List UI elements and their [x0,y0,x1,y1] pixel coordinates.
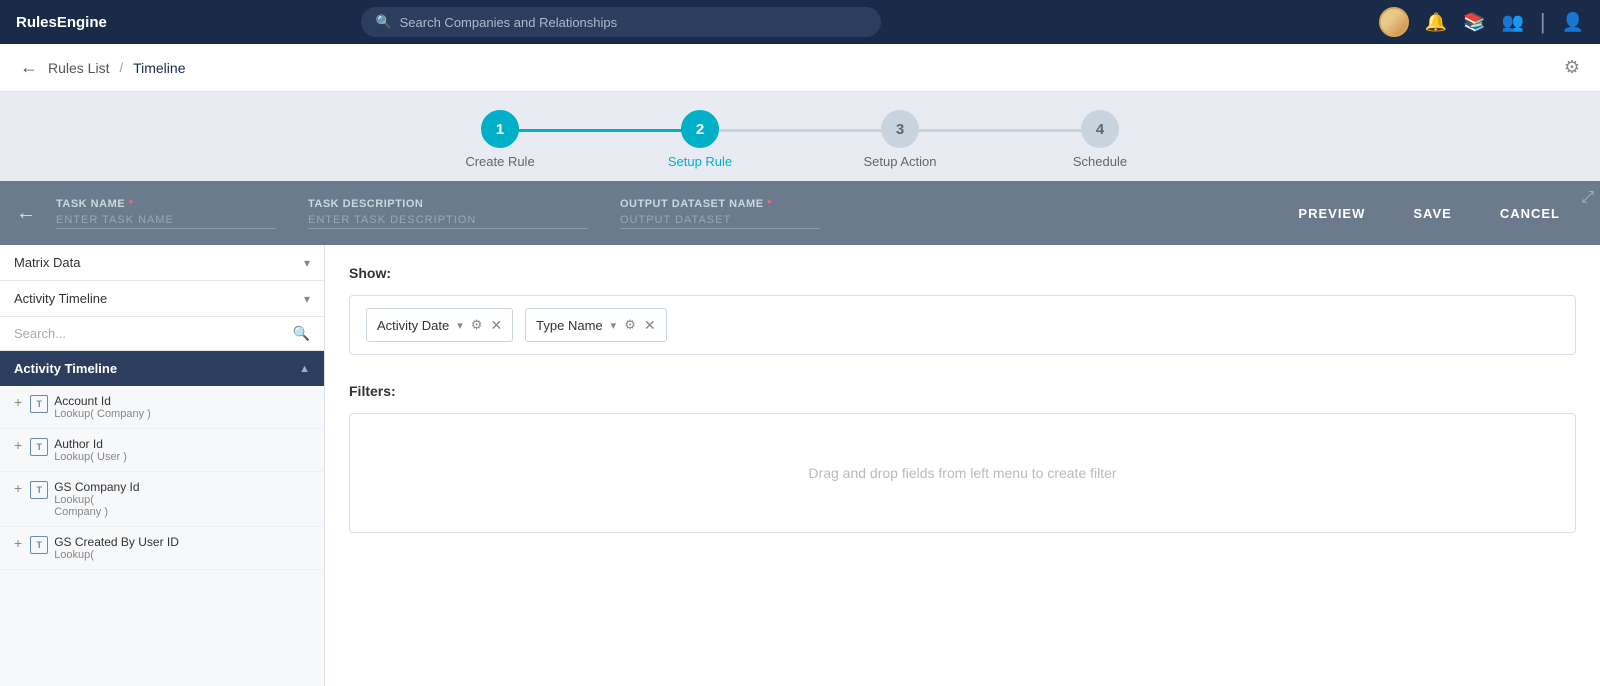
field-search-input[interactable] [14,326,287,341]
gear-icon[interactable]: ⚙ [624,317,636,333]
step-setup-rule: 2 Setup Rule [600,110,800,169]
filters-section: Filters: Drag and drop fields from left … [349,383,1576,533]
task-name-label: Task Name * [56,198,276,210]
left-panel: Matrix Data ▾ Activity Timeline ▾ 🔍 Acti… [0,245,325,686]
dropdown-arrow-icon[interactable]: ▾ [457,319,463,332]
filters-label: Filters: [349,383,1576,399]
breadcrumb-separator: / [119,60,123,75]
search-input[interactable] [400,15,868,30]
task-name-field: Task Name * [56,198,276,229]
steps-bar: 1 Create Rule 2 Setup Rule 3 Setup Actio… [0,92,1600,181]
global-search[interactable]: 🔍 [361,7,881,37]
step-circle-4: 4 [1081,110,1119,148]
show-section: Show: Activity Date ▾ ⚙ ✕ Type Name ▾ ⚙ … [349,265,1576,355]
task-bar-actions: PREVIEW SAVE CANCEL [1274,181,1584,245]
field-info: GS Company Id Lookup(Company ) [54,480,139,518]
plus-icon: + [14,535,22,551]
task-bar: ← Task Name * Task Description Output Da… [0,181,1600,245]
breadcrumb-bar: ← Rules List / Timeline ⚙ [0,44,1600,92]
dropdown-arrow-icon[interactable]: ▾ [611,319,617,332]
matrix-data-dropdown[interactable]: Matrix Data ▾ [0,245,324,281]
filters-dropzone[interactable]: Drag and drop fields from left menu to c… [349,413,1576,533]
section-collapse-icon: ▲ [299,363,310,375]
task-desc-input[interactable] [308,210,588,229]
step-circle-1: 1 [481,110,519,148]
matrix-data-label: Matrix Data [14,255,304,270]
task-name-input[interactable] [56,210,276,229]
list-item[interactable]: + T GS Created By User ID Lookup( [0,527,324,570]
activity-timeline-label: Activity Timeline [14,291,304,306]
main-content: Matrix Data ▾ Activity Timeline ▾ 🔍 Acti… [0,245,1600,686]
section-header-label: Activity Timeline [14,361,117,376]
step-label-3: Setup Action [864,154,937,169]
step-schedule: 4 Schedule [1000,110,1200,169]
expand-icon[interactable]: ⤢ [1575,185,1600,211]
task-back-button[interactable]: ← [16,202,36,225]
section-header[interactable]: Activity Timeline ▲ [0,351,324,386]
app-title: RulesEngine [16,14,107,31]
close-icon[interactable]: ✕ [644,317,656,334]
filters-placeholder: Drag and drop fields from left menu to c… [808,465,1116,481]
output-dataset-field: Output Dataset Name * [620,198,820,229]
settings-icon[interactable]: ⚙ [1564,57,1580,78]
step-circle-2: 2 [681,110,719,148]
field-type-icon: T [30,481,48,499]
search-icon: 🔍 [375,14,391,30]
field-search-row: 🔍 [0,317,324,351]
field-info: GS Created By User ID Lookup( [54,535,179,561]
gear-icon[interactable]: ⚙ [471,317,483,333]
list-item[interactable]: + T Account Id Lookup( Company ) [0,386,324,429]
step-circle-3: 3 [881,110,919,148]
nav-icons: 🔔 📚 👥 | 👤 [1379,7,1584,37]
avatar[interactable] [1379,7,1409,37]
field-info: Account Id Lookup( Company ) [54,394,151,420]
step-label-2: Setup Rule [668,154,732,169]
field-tag-label: Type Name [536,318,602,333]
breadcrumb-current: Timeline [133,60,185,76]
activity-timeline-dropdown[interactable]: Activity Timeline ▾ [0,281,324,317]
dropdown2-arrow-icon: ▾ [304,292,310,306]
field-type-icon: T [30,395,48,413]
field-type-icon: T [30,438,48,456]
list-item[interactable]: + T GS Company Id Lookup(Company ) [0,472,324,527]
dropdown1-arrow-icon: ▾ [304,256,310,270]
field-tag-activity-date: Activity Date ▾ ⚙ ✕ [366,308,513,342]
field-type-icon: T [30,536,48,554]
cancel-button[interactable]: CANCEL [1476,181,1584,245]
save-button[interactable]: SAVE [1389,181,1475,245]
task-desc-field: Task Description [308,198,588,229]
plus-icon: + [14,437,22,453]
step-label-1: Create Rule [465,154,534,169]
output-dataset-input[interactable] [620,210,820,229]
task-desc-label: Task Description [308,198,588,210]
top-nav: RulesEngine 🔍 🔔 📚 👥 | 👤 [0,0,1600,44]
step-setup-action: 3 Setup Action [800,110,1000,169]
step-create-rule: 1 Create Rule [400,110,600,169]
field-tag-type-name: Type Name ▾ ⚙ ✕ [525,308,666,342]
preview-button[interactable]: PREVIEW [1274,181,1389,245]
breadcrumb-rules-list[interactable]: Rules List [48,60,109,76]
show-label: Show: [349,265,1576,281]
right-panel: Show: Activity Date ▾ ⚙ ✕ Type Name ▾ ⚙ … [325,245,1600,686]
back-button[interactable]: ← [20,57,38,78]
step-label-4: Schedule [1073,154,1127,169]
field-search-icon[interactable]: 🔍 [293,325,310,342]
field-info: Author Id Lookup( User ) [54,437,127,463]
field-list: + T Account Id Lookup( Company ) + T Aut… [0,386,324,686]
list-item[interactable]: + T Author Id Lookup( User ) [0,429,324,472]
plus-icon: + [14,480,22,496]
show-fields-container: Activity Date ▾ ⚙ ✕ Type Name ▾ ⚙ ✕ [349,295,1576,355]
close-icon[interactable]: ✕ [490,317,502,334]
field-tag-label: Activity Date [377,318,449,333]
output-dataset-label: Output Dataset Name * [620,198,820,210]
plus-icon: + [14,394,22,410]
